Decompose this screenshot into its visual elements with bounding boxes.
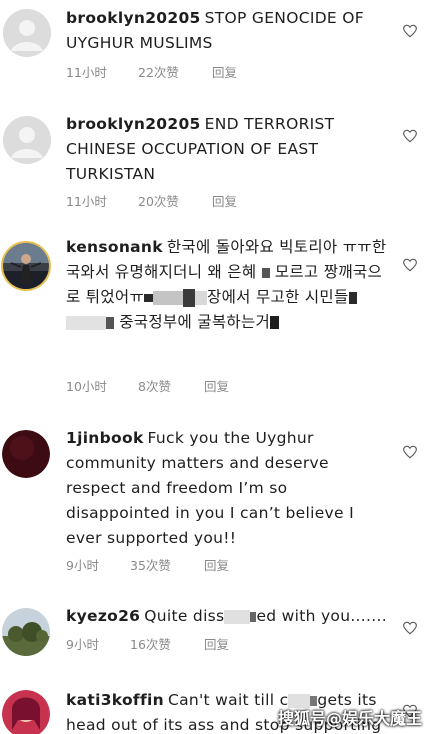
mosaic-block — [195, 290, 208, 305]
comment-item: kyezo26 Quite diss ed with you....... 9小时 … — [0, 600, 433, 680]
avatar[interactable] — [1, 241, 51, 291]
comment-likes[interactable]: 20次赞 — [138, 191, 212, 210]
watermark: 搜狐号@娱乐大魔王 — [278, 709, 423, 728]
default-avatar-icon — [3, 116, 51, 164]
user-photo-icon — [2, 430, 50, 478]
comment-time: 10小时 — [66, 379, 107, 394]
comment-meta: 10小时 8次赞 回复 — [66, 376, 229, 395]
comment-username[interactable]: kyezo26 — [66, 607, 140, 625]
comment-text: 중국정부에 굴복하는거 — [119, 313, 271, 331]
user-photo-icon — [2, 608, 50, 656]
comment-username[interactable]: kati3koffin — [66, 691, 164, 709]
mosaic-block — [348, 291, 357, 304]
comment-meta: 11小时 22次赞 回复 — [66, 62, 237, 81]
user-photo-icon — [2, 690, 50, 734]
comment-likes[interactable]: 8次赞 — [138, 376, 204, 395]
comment-meta: 11小时 20次赞 回复 — [66, 191, 237, 210]
comment-text: Quite diss — [144, 607, 225, 625]
heart-icon[interactable] — [402, 445, 418, 459]
comment-item: brooklyn20205 END TERRORIST CHINESE OCCUP… — [0, 108, 433, 218]
default-avatar-icon — [3, 9, 51, 57]
mosaic-block — [183, 288, 196, 307]
mosaic-block — [270, 316, 280, 329]
comment-likes[interactable]: 35次赞 — [130, 555, 204, 574]
comment-item: kensonank 한국에 돌아와요 빅토리아 ㅠㅠ한국와서 유명해지더니 왜 은… — [0, 230, 433, 400]
mosaic-block — [224, 609, 251, 624]
heart-icon[interactable] — [402, 621, 418, 635]
avatar[interactable] — [2, 608, 50, 656]
comment-item: brooklyn20205 STOP GENOCIDE OF UYGHUR MUS… — [0, 0, 433, 100]
comment-username[interactable]: brooklyn20205 — [66, 115, 201, 133]
mosaic-block — [106, 316, 114, 329]
comment-username[interactable]: brooklyn20205 — [66, 9, 201, 27]
comment-body: 1jinbook Fuck you the Uyghur community ma… — [66, 426, 388, 551]
comment-meta: 9小时 16次赞 回复 — [66, 634, 229, 653]
avatar[interactable] — [2, 430, 50, 478]
comment-username[interactable]: kensonank — [66, 238, 163, 256]
reply-button[interactable]: 回复 — [204, 376, 229, 395]
comment-time: 9小时 — [66, 558, 99, 573]
comment-time: 11小时 — [66, 194, 107, 209]
comment-body: kyezo26 Quite diss ed with you....... — [66, 604, 388, 629]
avatar[interactable] — [3, 9, 51, 57]
comment-text: ed with you....... — [256, 607, 387, 625]
mosaic-block — [66, 315, 106, 330]
avatar[interactable] — [3, 116, 51, 164]
heart-icon[interactable] — [402, 24, 418, 38]
comment-item: 1jinbook Fuck you the Uyghur community ma… — [0, 420, 433, 590]
comment-username[interactable]: 1jinbook — [66, 429, 144, 447]
comment-body: brooklyn20205 STOP GENOCIDE OF UYGHUR MUS… — [66, 6, 388, 56]
comment-likes[interactable]: 16次赞 — [130, 634, 204, 653]
reply-button[interactable]: 回复 — [212, 62, 237, 81]
mosaic-block — [144, 293, 154, 302]
avatar[interactable] — [2, 690, 50, 734]
reply-button[interactable]: 回复 — [204, 555, 229, 574]
heart-icon[interactable] — [402, 129, 418, 143]
comment-body: brooklyn20205 END TERRORIST CHINESE OCCUP… — [66, 112, 388, 187]
mosaic-block — [261, 267, 270, 278]
reply-button[interactable]: 回复 — [204, 634, 229, 653]
comment-time: 11小时 — [66, 65, 107, 80]
heart-icon[interactable] — [402, 258, 418, 272]
comment-likes[interactable]: 22次赞 — [138, 62, 212, 81]
mosaic-block — [153, 290, 184, 305]
comment-time: 9小时 — [66, 637, 99, 652]
comment-meta: 9小时 35次赞 回复 — [66, 555, 229, 574]
user-photo-icon — [3, 243, 49, 289]
comment-text: 장에서 무고한 시민들 — [207, 288, 349, 306]
reply-button[interactable]: 回复 — [212, 191, 237, 210]
comment-text: Can't wait till c — [167, 691, 289, 709]
comment-body: kensonank 한국에 돌아와요 빅토리아 ㅠㅠ한국와서 유명해지더니 왜 은… — [66, 235, 392, 335]
